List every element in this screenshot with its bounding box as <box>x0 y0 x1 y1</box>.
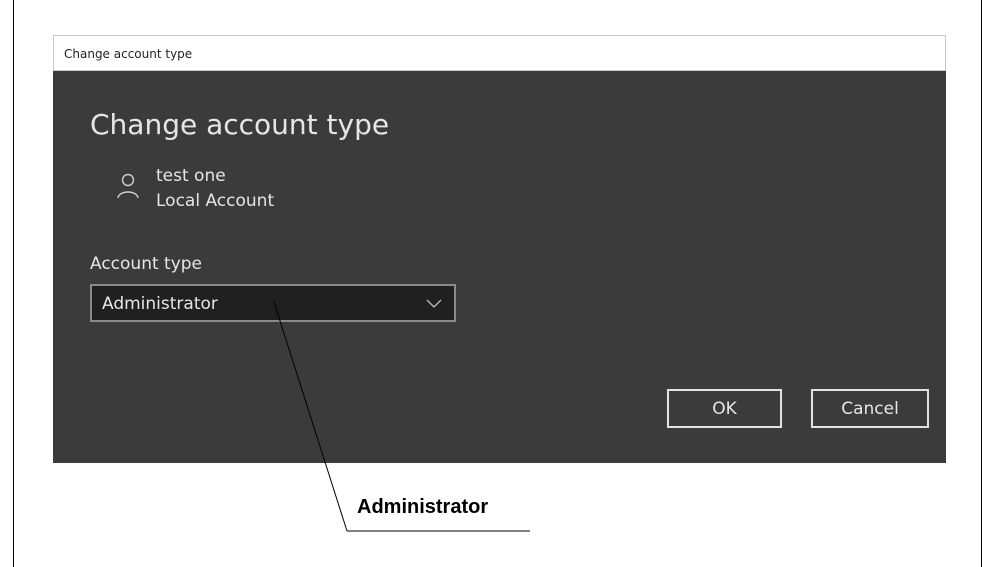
account-kind: Local Account <box>156 191 275 211</box>
account-type-dropdown[interactable]: Administrator <box>90 284 456 322</box>
window-title: Change account type <box>64 47 193 61</box>
ok-button[interactable]: OK <box>667 389 782 428</box>
window-titlebar: Change account type <box>53 35 946 71</box>
callout-label: Administrator <box>357 496 489 518</box>
person-icon <box>117 173 139 199</box>
chevron-down-icon <box>426 299 442 308</box>
user-name: test one <box>156 166 226 186</box>
account-type-label: Account type <box>90 254 203 274</box>
change-account-type-dialog: Change account type Change account type … <box>53 35 946 463</box>
cancel-button[interactable]: Cancel <box>811 389 929 428</box>
dialog-heading: Change account type <box>90 108 390 141</box>
account-type-selected-value: Administrator <box>102 294 218 314</box>
